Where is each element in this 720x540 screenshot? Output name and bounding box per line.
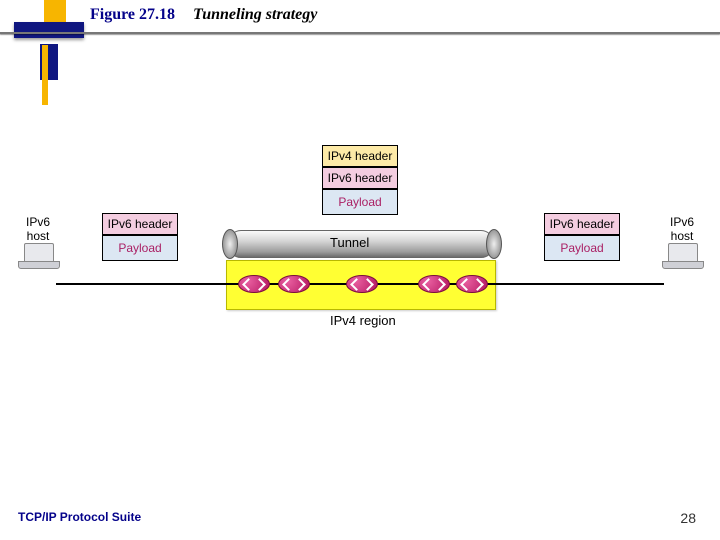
right-ipv6-header: IPv6 header	[544, 213, 620, 235]
figure-title: Figure 27.18 Tunneling strategy	[90, 6, 317, 24]
title-underline	[0, 32, 720, 34]
tunnel-end-left	[222, 229, 238, 259]
router-icon	[456, 275, 488, 293]
left-ipv6-header: IPv6 header	[102, 213, 178, 235]
right-host: IPv6 host	[662, 215, 702, 267]
host-label: host	[662, 229, 702, 243]
laptop-icon	[662, 243, 702, 267]
router-icon	[418, 275, 450, 293]
router-icon	[278, 275, 310, 293]
router-icon	[346, 275, 378, 293]
encap-ipv6-header: IPv6 header	[322, 167, 398, 189]
host-label: IPv6	[18, 215, 58, 229]
figure-number: Figure 27.18	[90, 6, 175, 23]
host-label: host	[18, 229, 58, 243]
tunnel-end-right	[486, 229, 502, 259]
encap-ipv4-header: IPv4 header	[322, 145, 398, 167]
left-host: IPv6 host	[18, 215, 58, 267]
footer-text: TCP/IP Protocol Suite	[18, 510, 141, 524]
right-payload: Payload	[544, 235, 620, 261]
left-payload: Payload	[102, 235, 178, 261]
host-label: IPv6	[662, 215, 702, 229]
region-label: IPv4 region	[330, 313, 396, 328]
figure-caption: Tunneling strategy	[193, 6, 317, 23]
laptop-icon	[18, 243, 58, 267]
router-icon	[238, 275, 270, 293]
encap-payload: Payload	[322, 189, 398, 215]
page-number: 28	[680, 510, 696, 526]
diagram: IPv4 header IPv6 header Payload IPv6 hea…	[0, 165, 720, 375]
tunnel-label: Tunnel	[330, 235, 369, 250]
